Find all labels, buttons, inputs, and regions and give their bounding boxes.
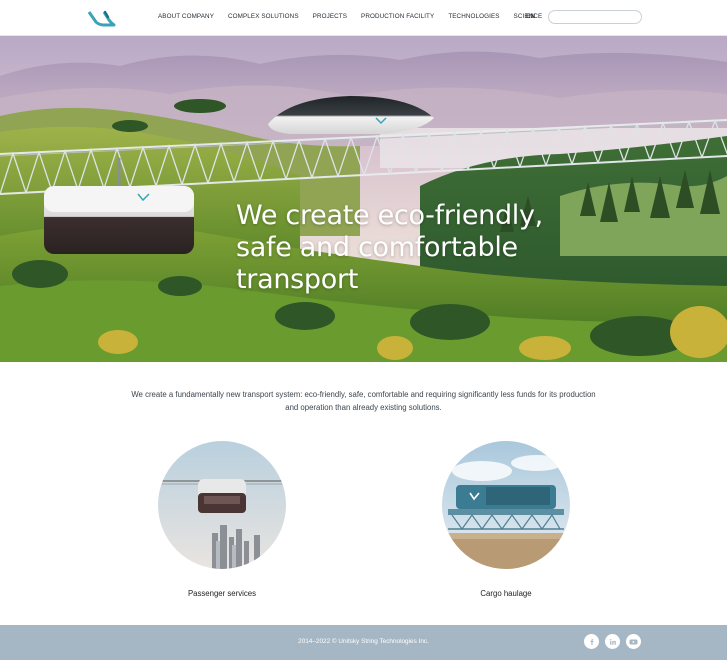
search-input[interactable] — [548, 10, 642, 24]
unitsky-logo-icon[interactable] — [87, 9, 117, 27]
service-label-passenger[interactable]: Passenger services — [137, 589, 307, 598]
service-cargo[interactable]: Cargo haulage — [421, 441, 591, 598]
site-footer: 2014–2022 © Unitsky String Technologies … — [0, 625, 727, 660]
hero-banner: We create eco-friendly, safe and comfort… — [0, 36, 727, 362]
hero-landscape-image — [0, 36, 727, 362]
main-nav: ABOUT COMPANY COMPLEX SOLUTIONS PROJECTS… — [158, 13, 542, 20]
intro-text: We create a fundamentally new transport … — [131, 390, 596, 412]
nav-projects[interactable]: PROJECTS — [313, 13, 347, 20]
language-switcher[interactable]: EN — [526, 13, 535, 20]
site-header: ABOUT COMPANY COMPLEX SOLUTIONS PROJECTS… — [0, 0, 727, 36]
service-label-cargo[interactable]: Cargo haulage — [421, 589, 591, 598]
nav-production-facility[interactable]: PRODUCTION FACILITY — [361, 13, 434, 20]
nav-about-company[interactable]: ABOUT COMPANY — [158, 13, 214, 20]
nav-technologies[interactable]: TECHNOLOGIES — [448, 13, 499, 20]
service-passenger[interactable]: Passenger services — [137, 441, 307, 598]
hero-title: We create eco-friendly, safe and comfort… — [236, 200, 616, 296]
youtube-icon[interactable] — [626, 634, 641, 649]
hero-title-line: We create eco-friendly, — [236, 200, 543, 231]
passenger-services-image[interactable] — [158, 441, 286, 569]
linkedin-icon[interactable] — [605, 634, 620, 649]
hero-title-line: transport — [236, 264, 359, 295]
cargo-haulage-image[interactable] — [442, 441, 570, 569]
facebook-icon[interactable] — [584, 634, 599, 649]
hero-title-line: safe and comfortable — [236, 232, 518, 263]
nav-complex-solutions[interactable]: COMPLEX SOLUTIONS — [228, 13, 299, 20]
